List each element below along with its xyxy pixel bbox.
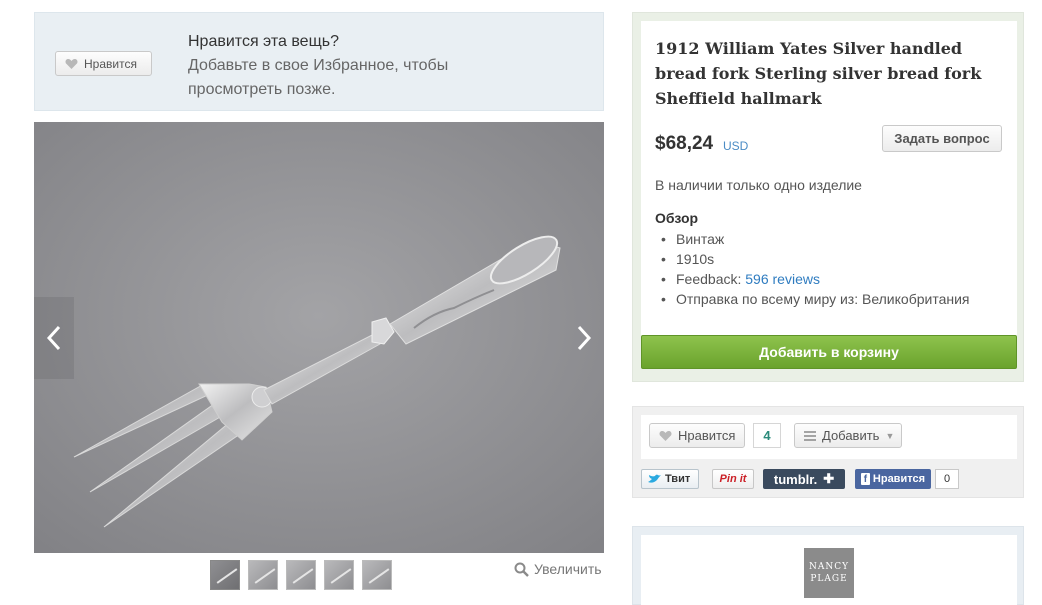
shop-panel-inner: NANCY PLAGE (641, 535, 1017, 605)
ask-question-button[interactable]: Задать вопрос (882, 125, 1002, 152)
magnifier-icon (514, 562, 529, 577)
thumbnail-3[interactable] (286, 560, 316, 590)
social-panel: Нравится 4 Добавить ▼ Твит Pin it tumblr… (632, 406, 1024, 498)
thumbnail-4[interactable] (324, 560, 354, 590)
pin-it-button[interactable]: Pin it (712, 469, 754, 489)
overview-item: Винтаж (661, 229, 970, 249)
favorite-text: Нравится эта вещь? Добавьте в свое Избра… (188, 30, 518, 102)
like-count: 4 (753, 423, 781, 448)
thumbnail-2[interactable] (248, 560, 278, 590)
listing-currency: USD (723, 139, 749, 153)
favorite-subtitle: Добавьте в свое Избранное, чтобы просмот… (188, 57, 449, 98)
shop-logo-line2: PLAGE (810, 574, 848, 584)
favorite-like-label: Нравится (84, 56, 137, 71)
tweet-button[interactable]: Твит (641, 469, 699, 489)
list-icon (804, 430, 816, 441)
feedback-link[interactable]: 596 reviews (745, 271, 820, 287)
shop-logo-line1: NANCY (808, 562, 850, 572)
previous-image-button[interactable] (34, 297, 74, 379)
fork-photo (34, 122, 604, 553)
chevron-left-icon (46, 325, 61, 351)
social-panel-inner: Нравится 4 Добавить ▼ (641, 415, 1017, 459)
facebook-like-label: Нравится (872, 473, 925, 485)
overview-list: Винтаж 1910s Feedback: 596 reviews Отпра… (661, 229, 970, 309)
thumbnail-strip (210, 560, 392, 590)
tumblr-button[interactable]: tumblr. ✚ (763, 469, 845, 489)
like-button[interactable]: Нравится (649, 423, 745, 448)
caret-down-icon: ▼ (885, 430, 895, 441)
favorite-title: Нравится эта вещь? (188, 33, 339, 50)
like-label: Нравится (678, 428, 736, 443)
overview-item: Отправка по всему миру из: Великобритани… (661, 289, 970, 309)
zoom-label: Увеличить (534, 561, 602, 577)
facebook-icon: f (861, 473, 870, 485)
add-to-cart-button[interactable]: Добавить в корзину (641, 335, 1017, 369)
twitter-bird-icon (648, 474, 661, 483)
thumbnail-5[interactable] (362, 560, 392, 590)
shop-panel: NANCY PLAGE (632, 526, 1024, 605)
overview-heading: Обзор (655, 210, 699, 226)
zoom-link[interactable]: Увеличить (514, 561, 602, 577)
product-image[interactable] (34, 122, 604, 553)
stock-status: В наличии только одно изделие (655, 177, 862, 193)
add-to-list-button[interactable]: Добавить ▼ (794, 423, 902, 448)
chevron-right-icon (577, 325, 592, 351)
add-label: Добавить (822, 428, 880, 443)
heart-icon (659, 430, 672, 441)
listing-price: $68,24 (655, 133, 714, 154)
tumblr-label: tumblr. (773, 471, 818, 487)
shop-logo[interactable]: NANCY PLAGE (804, 548, 854, 598)
favorite-like-button[interactable]: Нравится (55, 51, 152, 76)
tweet-label: Твит (665, 473, 691, 485)
next-image-button[interactable] (564, 297, 604, 379)
facebook-like-count: 0 (935, 469, 959, 489)
plus-icon: ✚ (823, 471, 835, 486)
overview-item: 1910s (661, 249, 970, 269)
overview-item-feedback: Feedback: 596 reviews (661, 269, 970, 289)
listing-panel-inner: 1912 William Yates Silver handled bread … (641, 21, 1017, 339)
heart-icon (65, 58, 78, 69)
feedback-label: Feedback: (676, 271, 742, 287)
facebook-like-button[interactable]: f Нравится (855, 469, 931, 489)
listing-title: 1912 William Yates Silver handled bread … (655, 39, 982, 108)
thumbnail-1[interactable] (210, 560, 240, 590)
favorite-banner: Нравится Нравится эта вещь? Добавьте в с… (34, 12, 604, 111)
listing-panel: 1912 William Yates Silver handled bread … (632, 12, 1024, 382)
